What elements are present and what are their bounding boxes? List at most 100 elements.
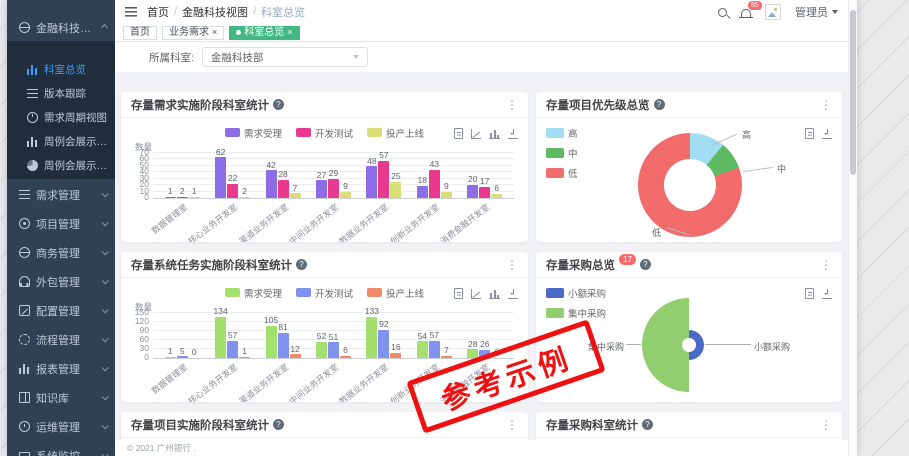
department-select[interactable]: 金融科技部 <box>202 47 368 67</box>
bar[interactable]: 57 <box>227 341 238 358</box>
bar[interactable]: 1 <box>165 357 176 359</box>
sidebar-subitem[interactable]: 科室总览 <box>7 57 115 81</box>
sidebar-item[interactable]: 知识库 <box>7 384 115 411</box>
bar[interactable]: 133 <box>366 317 377 358</box>
bar[interactable]: 1 <box>239 357 250 359</box>
bar[interactable]: 1 <box>189 197 200 199</box>
bar[interactable]: 134 <box>215 317 226 358</box>
scrollbar-thumb[interactable] <box>850 10 856 175</box>
help-icon[interactable]: ? <box>273 99 284 110</box>
bar[interactable]: 1 <box>165 197 176 199</box>
bar[interactable]: 22 <box>227 184 238 198</box>
axis-toggle-icon[interactable] <box>471 289 481 299</box>
bar[interactable]: 2 <box>239 197 250 199</box>
bar[interactable]: 54 <box>417 341 428 358</box>
more-options-icon[interactable]: ⋮ <box>506 419 518 431</box>
legend-item[interactable]: 小额采购 <box>546 286 606 300</box>
bar[interactable]: 43 <box>429 170 440 198</box>
notifications-button[interactable]: 85 <box>741 6 751 18</box>
sidebar-item[interactable]: 外包管理 <box>7 268 115 295</box>
download-icon[interactable] <box>508 289 518 299</box>
sidebar-item[interactable]: 项目管理 <box>7 210 115 237</box>
bar-chart-icon[interactable] <box>489 289 500 299</box>
bar[interactable]: 42 <box>266 170 277 198</box>
user-menu[interactable]: 管理员 <box>795 4 838 20</box>
search-icon[interactable] <box>718 8 727 17</box>
help-icon[interactable]: ? <box>296 259 307 270</box>
bar[interactable]: 62 <box>215 157 226 198</box>
legend-item[interactable]: 开发测试 <box>296 285 353 300</box>
bar[interactable]: 2 <box>177 197 188 199</box>
sidebar-subitem[interactable]: 版本跟踪 <box>7 81 115 105</box>
tab-department-overview[interactable]: 科室总览 × <box>229 26 299 40</box>
bar[interactable]: 9 <box>441 192 452 198</box>
close-icon[interactable]: × <box>287 28 292 37</box>
report-icon[interactable] <box>454 288 463 299</box>
bar[interactable]: 105 <box>266 326 277 358</box>
report-icon[interactable] <box>805 288 814 299</box>
bar[interactable]: 5 <box>177 356 188 358</box>
more-options-icon[interactable]: ⋮ <box>506 259 518 271</box>
sidebar-item[interactable]: 报表管理 <box>7 355 115 382</box>
bar-chart-icon[interactable] <box>489 129 500 139</box>
bar[interactable]: 28 <box>467 349 478 358</box>
legend-item[interactable]: 开发测试 <box>296 125 353 140</box>
bar[interactable]: 57 <box>378 161 389 198</box>
sidebar-subitem[interactable]: 周例会展示报表-采购 <box>7 153 115 177</box>
legend-item[interactable]: 投产上线 <box>367 285 424 300</box>
bar[interactable]: 20 <box>467 185 478 198</box>
sidebar-item[interactable]: 商务管理 <box>7 239 115 266</box>
legend-item[interactable]: 高 <box>546 126 578 140</box>
bar[interactable]: 16 <box>390 353 401 358</box>
sidebar-subitem[interactable]: 需求周期视图 <box>7 105 115 129</box>
legend-item[interactable]: 集中采购 <box>546 306 606 320</box>
bar[interactable]: 7 <box>441 356 452 358</box>
report-icon[interactable] <box>805 128 814 139</box>
help-icon[interactable]: ? <box>654 99 665 110</box>
breadcrumb-fintech-view[interactable]: 金融科技视图 <box>182 4 248 20</box>
sidebar-item[interactable]: 运维管理 <box>7 413 115 440</box>
bar[interactable]: 9 <box>340 192 351 198</box>
sidebar-item[interactable]: 需求管理 <box>7 181 115 208</box>
sidebar-item[interactable]: 流程管理 <box>7 326 115 353</box>
download-icon[interactable] <box>822 129 832 139</box>
bar[interactable]: 51 <box>328 342 339 358</box>
bar[interactable]: 17 <box>479 187 490 198</box>
bar[interactable]: 28 <box>278 180 289 198</box>
legend-item[interactable]: 需求受理 <box>225 285 282 300</box>
help-icon[interactable]: ? <box>642 419 653 430</box>
bar[interactable]: 48 <box>366 166 377 198</box>
bar[interactable]: 6 <box>491 194 502 198</box>
bar[interactable]: 92 <box>378 330 389 358</box>
download-icon[interactable] <box>822 289 832 299</box>
bar[interactable]: 12 <box>290 354 301 358</box>
bar[interactable]: 26 <box>479 350 490 358</box>
bar[interactable]: 81 <box>278 333 289 358</box>
axis-toggle-icon[interactable] <box>471 129 481 139</box>
legend-item[interactable]: 中 <box>546 146 578 160</box>
hamburger-icon[interactable] <box>125 7 137 17</box>
bar[interactable]: 25 <box>390 182 401 198</box>
close-icon[interactable]: × <box>212 28 217 37</box>
help-icon[interactable]: ? <box>640 259 651 270</box>
bar[interactable]: 6 <box>340 356 351 358</box>
bar[interactable]: 57 <box>429 341 440 358</box>
bar[interactable]: 27 <box>316 180 327 198</box>
legend-item[interactable]: 需求受理 <box>225 125 282 140</box>
bar[interactable]: 52 <box>316 342 327 358</box>
bar[interactable]: 18 <box>417 186 428 198</box>
sidebar-item[interactable]: 系统监控 <box>7 442 115 456</box>
more-options-icon[interactable]: ⋮ <box>506 99 518 111</box>
report-icon[interactable] <box>454 128 463 139</box>
download-icon[interactable] <box>508 129 518 139</box>
help-icon[interactable]: ? <box>273 419 284 430</box>
bar[interactable]: 7 <box>290 193 301 198</box>
sidebar-subitem[interactable]: 周例会展示报表-项目 <box>7 129 115 153</box>
tab-home[interactable]: 首页 <box>123 26 157 40</box>
breadcrumb-home[interactable]: 首页 <box>147 4 169 20</box>
more-options-icon[interactable]: ⋮ <box>820 99 832 111</box>
sidebar-item[interactable]: 配置管理 <box>7 297 115 324</box>
sidebar-item[interactable]: 金融科技视图 <box>7 14 115 41</box>
bar[interactable]: 29 <box>328 179 339 198</box>
more-options-icon[interactable]: ⋮ <box>820 259 832 271</box>
